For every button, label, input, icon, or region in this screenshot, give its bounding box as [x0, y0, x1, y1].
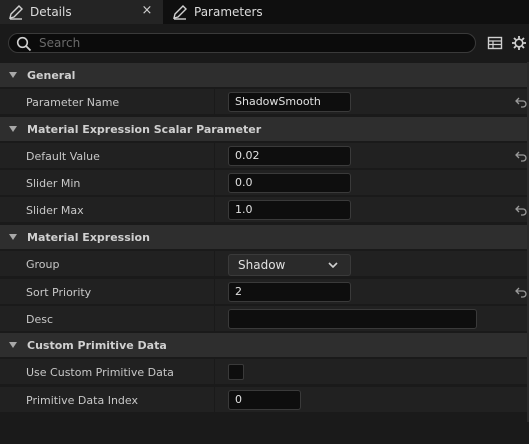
desc-field[interactable] [228, 309, 477, 329]
row-label: Primitive Data Index [26, 394, 138, 407]
section-custom-primitive-data[interactable]: Custom Primitive Data [0, 333, 529, 357]
section-title: General [27, 68, 76, 82]
row-label: Desc [26, 313, 54, 326]
tab-bar: Details × Parameters [0, 0, 529, 24]
pencil-icon [173, 5, 187, 20]
section-scalar-parameter[interactable]: Material Expression Scalar Parameter [0, 117, 529, 141]
primitive-data-index-field[interactable]: 0 [228, 390, 301, 410]
section-material-expression[interactable]: Material Expression [0, 225, 529, 249]
section-title: Custom Primitive Data [27, 338, 167, 352]
sort-priority-field[interactable]: 2 [228, 282, 351, 302]
search-icon [16, 36, 32, 52]
close-icon[interactable]: × [140, 4, 154, 18]
tab-details-label: Details [30, 5, 72, 19]
tab-parameters[interactable]: Parameters [164, 0, 364, 24]
search-input[interactable] [39, 35, 459, 51]
gear-icon[interactable] [511, 35, 527, 51]
row-label: Sort Priority [26, 286, 92, 299]
column-divider [214, 306, 215, 331]
caret-down-icon [9, 126, 17, 132]
row-slider-min: Slider Min 0.0 [0, 169, 529, 195]
group-dropdown-value: Shadow [238, 258, 286, 272]
reset-arrow-icon[interactable] [515, 286, 527, 298]
row-group: Group Shadow [0, 250, 529, 276]
table-view-icon[interactable] [487, 35, 503, 51]
use-custom-primitive-data-checkbox[interactable] [228, 364, 244, 380]
slider-max-field[interactable]: 1.0 [228, 200, 351, 220]
column-divider [214, 279, 215, 304]
row-label: Use Custom Primitive Data [26, 366, 174, 379]
row-label: Parameter Name [26, 96, 120, 109]
row-parameter-name: Parameter Name ShadowSmooth [0, 88, 529, 114]
column-divider [214, 170, 215, 195]
reset-arrow-icon[interactable] [515, 96, 527, 108]
row-sort-priority: Sort Priority 2 [0, 278, 529, 304]
row-label: Default Value [26, 150, 100, 163]
row-primitive-data-index: Primitive Data Index 0 [0, 386, 529, 412]
column-divider [214, 197, 215, 222]
caret-down-icon [9, 72, 17, 78]
row-default-value: Default Value 0.02 [0, 142, 529, 168]
chevron-down-icon [328, 262, 338, 268]
column-divider [214, 89, 215, 114]
caret-down-icon [9, 342, 17, 348]
row-label: Group [26, 258, 60, 271]
row-desc: Desc [0, 305, 529, 331]
section-title: Material Expression [27, 230, 150, 244]
search-box[interactable] [8, 33, 476, 53]
pencil-icon [9, 5, 23, 20]
tab-details[interactable]: Details × [0, 0, 163, 24]
group-dropdown[interactable]: Shadow [228, 254, 351, 276]
column-divider [214, 251, 215, 276]
column-divider [214, 387, 215, 412]
column-divider [214, 359, 215, 384]
column-divider [214, 143, 215, 168]
row-label: Slider Min [26, 177, 81, 190]
parameter-name-field[interactable]: ShadowSmooth [228, 92, 351, 112]
caret-down-icon [9, 234, 17, 240]
reset-arrow-icon[interactable] [515, 204, 527, 216]
search-row [0, 24, 529, 62]
row-label: Slider Max [26, 204, 84, 217]
row-slider-max: Slider Max 1.0 [0, 196, 529, 222]
default-value-field[interactable]: 0.02 [228, 146, 351, 166]
section-title: Material Expression Scalar Parameter [27, 122, 262, 136]
reset-arrow-icon[interactable] [515, 150, 527, 162]
row-use-custom-primitive-data: Use Custom Primitive Data [0, 358, 529, 384]
tab-parameters-label: Parameters [194, 5, 263, 19]
section-general[interactable]: General [0, 63, 529, 87]
slider-min-field[interactable]: 0.0 [228, 173, 351, 193]
